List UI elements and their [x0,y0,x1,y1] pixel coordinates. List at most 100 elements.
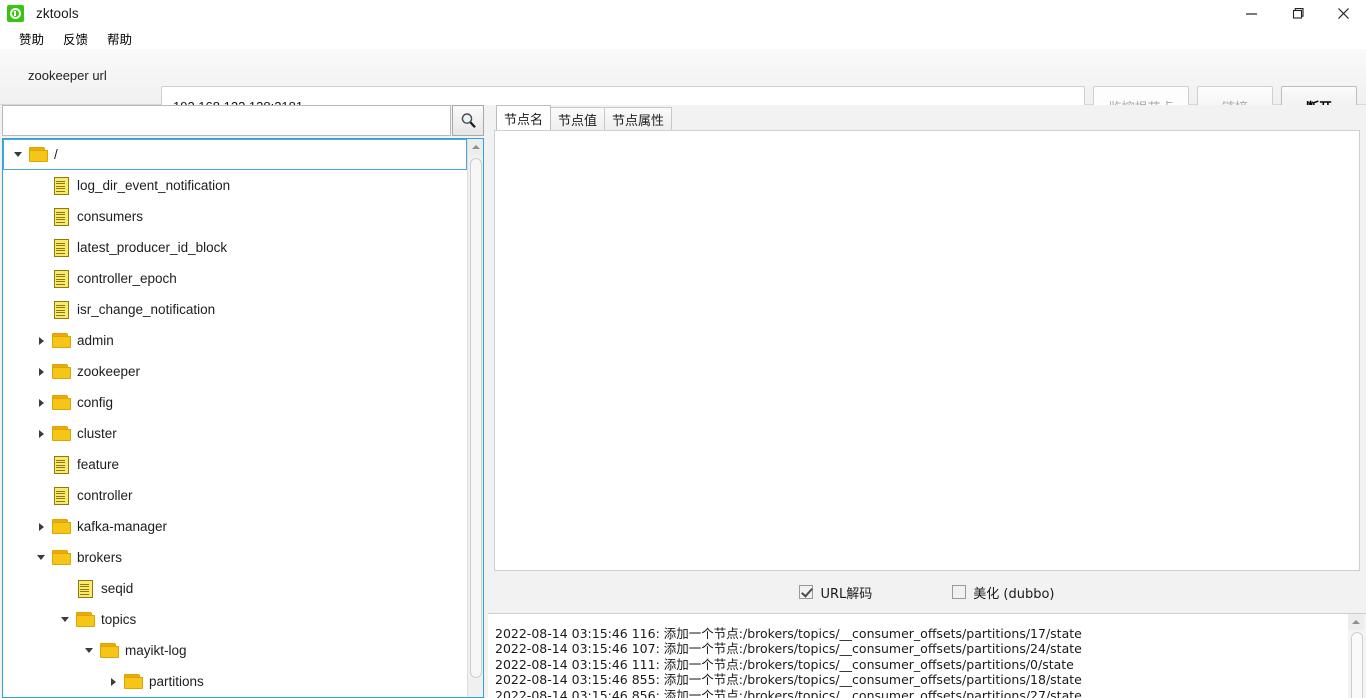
search-row [2,105,484,137]
log-scroll-up-arrow-icon[interactable] [1348,614,1364,630]
log-line: 2022-08-14 03:15:46 107: 添加一个节点:/brokers… [495,641,1082,657]
menu-item-help[interactable]: 帮助 [100,28,139,49]
app-window: zktools 赞助 反馈 帮助 zookeeper url 192.168.1… [0,0,1366,698]
chevron-right-icon[interactable] [33,418,49,449]
file-icon [49,480,73,511]
tree-node-label: seqid [101,581,134,596]
tree-node-label: topics [101,612,137,627]
tree-node-label: brokers [77,550,123,565]
tree-node-list: / log_dir_event_notification consumers late… [3,139,467,697]
tree-row[interactable]: cluster [3,418,467,449]
tree-row[interactable]: consumers [3,201,467,232]
url-decode-label: URL解码 [820,586,873,602]
log-line-list: 2022-08-14 03:15:46 116: 添加一个节点:/brokers… [495,626,1335,698]
folder-icon [49,356,73,387]
zookeeper-url-label: zookeeper url [28,68,107,83]
search-input[interactable] [2,105,451,136]
tree-row[interactable]: admin [3,325,467,356]
chevron-down-icon[interactable] [10,139,26,170]
tab-node-properties[interactable]: 节点属性 [604,107,673,130]
chevron-down-icon[interactable] [81,635,97,666]
checkbox-box [799,585,814,599]
maximize-icon[interactable] [1274,0,1320,27]
folder-icon [49,418,73,449]
file-icon [49,263,73,294]
tree-row[interactable]: / [3,139,467,170]
checkbox-box [952,585,967,599]
tree-node-label: partitions [149,674,204,689]
chevron-down-icon[interactable] [33,542,49,573]
tab-node-value[interactable]: 节点值 [550,107,606,130]
tree-scrollbar[interactable] [467,139,483,697]
log-panel[interactable]: 2022-08-14 03:15:46 116: 添加一个节点:/brokers… [488,613,1366,698]
tree-row[interactable]: log_dir_event_notification [3,170,467,201]
chevron-down-icon[interactable] [57,604,73,635]
chevron-right-icon[interactable] [33,387,49,418]
folder-icon [49,542,73,573]
tab-node-name[interactable]: 节点名 [496,105,552,130]
zookeeper-tree[interactable]: / log_dir_event_notification consumers late… [2,138,484,698]
beautify-dubbo-checkbox[interactable]: 美化 (dubbo) [952,583,1055,602]
scroll-up-arrow-icon[interactable] [468,139,483,155]
node-content-textarea[interactable] [494,130,1360,571]
tree-row[interactable]: brokers [3,542,467,573]
file-icon [49,449,73,480]
chevron-right-icon[interactable] [105,666,121,697]
file-icon [49,170,73,201]
url-decode-checkbox[interactable]: URL解码 [799,583,872,602]
folder-icon [49,387,73,418]
log-line: 2022-08-14 03:15:46 855: 添加一个节点:/brokers… [495,672,1082,688]
tree-row[interactable]: feature [3,449,467,480]
window-title: zktools [36,6,79,21]
log-scrollbar[interactable] [1348,614,1366,698]
tree-node-label: cluster [77,426,117,441]
options-row: URL解码 美化 (dubbo) [488,575,1366,609]
menu-item-feedback[interactable]: 反馈 [56,28,95,49]
tree-node-label: consumers [77,209,144,224]
tree-row[interactable]: controller [3,480,467,511]
menu-bar: 赞助 反馈 帮助 [0,27,1366,49]
tree-row[interactable]: controller_epoch [3,263,467,294]
tree-row[interactable]: mayikt-log [3,635,467,666]
tree-row[interactable]: config [3,387,467,418]
tree-row[interactable]: kafka-manager [3,511,467,542]
beautify-dubbo-label: 美化 (dubbo) [973,586,1055,602]
tree-row[interactable]: isr_change_notification [3,294,467,325]
tree-row[interactable]: topics [3,604,467,635]
tree-node-label: zookeeper [77,364,141,379]
tree-node-label: controller [77,488,133,503]
log-line: 2022-08-14 03:15:46 116: 添加一个节点:/brokers… [495,626,1082,641]
tree-node-label: isr_change_notification [77,302,216,317]
connection-toolbar: zookeeper url 监控根节点 链接 断开 [0,49,1366,126]
chevron-right-icon[interactable] [33,511,49,542]
detail-tabs: 节点名 节点值 节点属性 [488,105,1366,130]
chevron-right-icon[interactable] [33,356,49,387]
folder-icon [97,635,121,666]
search-icon[interactable] [452,105,484,136]
minimize-icon[interactable] [1228,0,1274,27]
log-scrollbar-thumb[interactable] [1351,632,1363,698]
folder-icon [49,325,73,356]
menu-item-sponsor[interactable]: 赞助 [12,28,51,49]
chevron-right-icon[interactable] [33,325,49,356]
folder-icon [49,511,73,542]
tree-row[interactable]: seqid [3,573,467,604]
tree-row[interactable]: zookeeper [3,356,467,387]
tree-row[interactable]: partitions [3,666,467,697]
file-icon [49,294,73,325]
zktools-logo-icon [7,5,24,22]
close-icon[interactable] [1320,0,1366,27]
folder-icon [121,666,145,697]
window-controls [1228,0,1366,27]
tree-row[interactable]: latest_producer_id_block [3,232,467,263]
tree-node-label: config [77,395,114,410]
tree-scrollbar-thumb[interactable] [470,158,482,678]
